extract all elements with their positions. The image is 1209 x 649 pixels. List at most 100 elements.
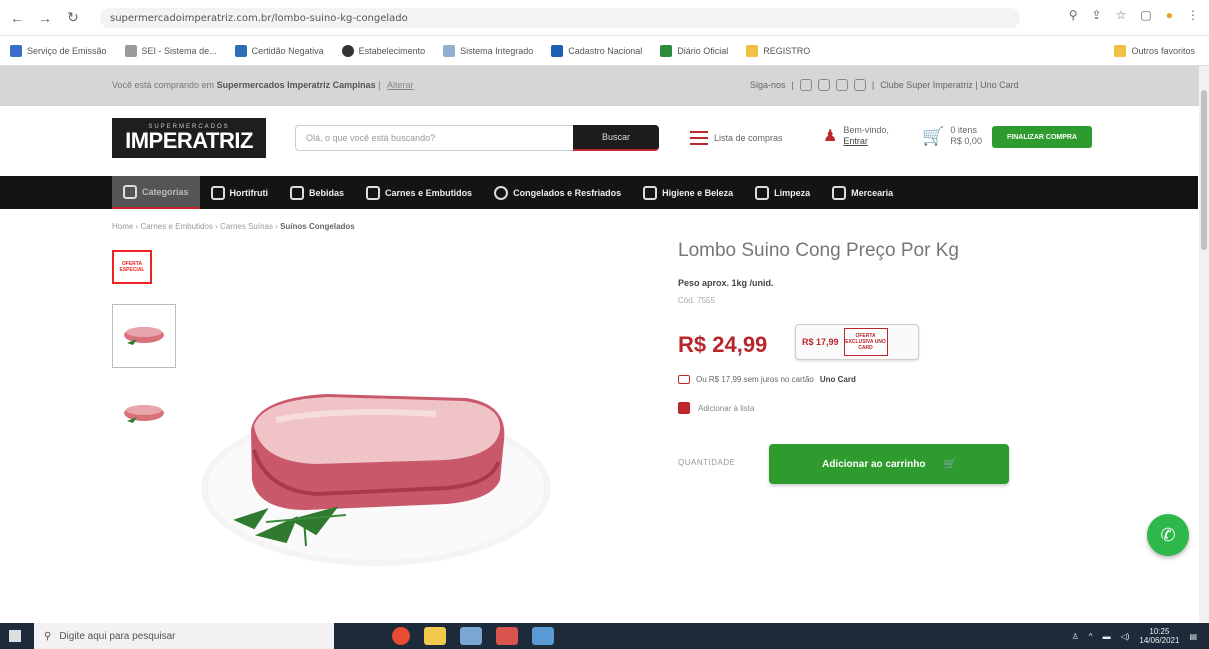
user-tray-icon[interactable]: ♙ xyxy=(1072,632,1079,641)
breadcrumb-item[interactable]: Carnes Suínas xyxy=(220,222,273,231)
bookmarks-bar: Serviço de Emissão SEI - Sistema de... C… xyxy=(0,36,1209,66)
card-installment-note: Ou R$ 17,99 sem juros no cartão Uno Card xyxy=(678,375,856,384)
instagram-icon[interactable] xyxy=(817,79,830,91)
product-title: Lombo Suino Cong Preço Por Kg xyxy=(678,240,959,261)
nav-hortifruti[interactable]: Hortifruti xyxy=(200,176,280,209)
windows-icon xyxy=(9,630,21,642)
bookmark[interactable]: SEI - Sistema de... xyxy=(124,44,217,57)
nav-mercearia[interactable]: Mercearia xyxy=(821,176,904,209)
app-icon[interactable] xyxy=(496,627,518,645)
windows-taskbar: ⚲ Digite aqui para pesquisar ♙ ^ ▬ ◁) 10… xyxy=(0,623,1209,649)
whatsapp-chat-button[interactable]: ✆ xyxy=(1147,514,1189,556)
start-button[interactable] xyxy=(0,623,30,649)
quantity-label: QUANTIDADE xyxy=(678,458,736,467)
file-explorer-icon[interactable] xyxy=(424,627,446,645)
breadcrumb-item[interactable]: Carnes e Embutidos xyxy=(140,222,212,231)
nav-carnes[interactable]: Carnes e Embutidos xyxy=(355,176,483,209)
add-to-list-link[interactable]: Adicionar à lista xyxy=(678,402,754,414)
bookmark[interactable]: Estabelecimento xyxy=(341,44,425,57)
bookmark-icon xyxy=(551,44,564,57)
offer-badge: OFERTA ESPECIAL xyxy=(112,250,152,284)
tab-icon[interactable]: ▢ xyxy=(1140,8,1151,22)
nav-bebidas[interactable]: Bebidas xyxy=(279,176,355,209)
taskbar-search[interactable]: ⚲ Digite aqui para pesquisar xyxy=(34,623,334,649)
club-links[interactable]: Clube Super Imperatriz | Uno Card xyxy=(880,80,1018,90)
nav-higiene[interactable]: Higiene e Beleza xyxy=(632,176,744,209)
forward-icon[interactable]: → xyxy=(34,7,56,29)
chevron-up-icon[interactable]: ^ xyxy=(1089,632,1093,641)
cart-summary[interactable]: 🛒 0 itens R$ 0,00 xyxy=(922,125,982,147)
youtube-icon[interactable] xyxy=(853,79,866,91)
store-notice: Você está comprando em Supermercados Imp… xyxy=(112,80,414,90)
shopping-list-link[interactable]: Lista de compras xyxy=(690,131,783,145)
produce-icon xyxy=(210,185,225,200)
snowflake-icon xyxy=(494,185,509,200)
search-icon: ⚲ xyxy=(44,630,52,642)
address-bar[interactable]: supermercadoimperatriz.com.br/lombo-suin… xyxy=(100,8,1020,28)
bookmark-icon xyxy=(234,44,247,57)
bookmark[interactable]: Outros favoritos xyxy=(1114,44,1195,57)
star-icon[interactable]: ☆ xyxy=(1116,8,1127,22)
nav-limpeza[interactable]: Limpeza xyxy=(744,176,821,209)
checkout-button[interactable]: FINALIZAR COMPRA xyxy=(992,126,1092,148)
credit-card-icon xyxy=(678,375,690,384)
bookmark[interactable]: Cadastro Nacional xyxy=(551,44,642,57)
bookmark-icon xyxy=(660,44,673,57)
share-icon[interactable]: ⇪ xyxy=(1092,8,1102,22)
search-button[interactable]: Buscar xyxy=(573,125,659,151)
breadcrumb-current: Suínos Congelados xyxy=(280,222,355,231)
thumbnail-2[interactable] xyxy=(112,382,176,446)
chrome-icon[interactable] xyxy=(392,627,410,645)
product-price: R$ 24,99 xyxy=(678,332,768,357)
bookmark-icon xyxy=(10,44,22,57)
menu-icon[interactable]: ⋮ xyxy=(1187,8,1199,22)
bookmark-icon xyxy=(124,44,137,57)
account-link[interactable]: ♟ Bem-vindo, Entrar xyxy=(823,125,889,147)
thumbnail-1[interactable] xyxy=(112,304,176,368)
back-icon[interactable]: ← xyxy=(6,7,28,29)
facebook-icon[interactable] xyxy=(835,79,848,91)
change-store-link[interactable]: Alterar xyxy=(387,80,414,90)
whatsapp-icon: ✆ xyxy=(1160,524,1176,545)
cart-icon: 🛒 xyxy=(922,125,945,146)
bookmark-icon xyxy=(443,44,456,57)
reload-icon[interactable]: ↻ xyxy=(62,7,84,29)
taskbar-apps xyxy=(392,627,554,645)
store-notice-bar: Você está comprando em Supermercados Imp… xyxy=(0,66,1200,106)
bookmark[interactable]: Diário Oficial xyxy=(660,44,728,57)
bookmark[interactable]: Sistema Integrado xyxy=(443,44,533,57)
list-add-icon xyxy=(678,402,690,414)
app-icon[interactable] xyxy=(460,627,482,645)
grocery-icon xyxy=(832,185,847,200)
product-weight: Peso aprox. 1kg /unid. xyxy=(678,278,774,288)
zoom-icon[interactable]: ⚲ xyxy=(1069,8,1078,22)
document-icon[interactable] xyxy=(532,627,554,645)
cart-icon: 🛒 xyxy=(943,458,956,470)
whatsapp-small-icon[interactable] xyxy=(799,79,812,91)
nav-congelados[interactable]: Congelados e Resfriados xyxy=(483,176,632,209)
bookmark[interactable]: Certidão Negativa xyxy=(234,44,324,57)
scrollbar-thumb[interactable] xyxy=(1201,90,1207,250)
search-input[interactable]: Olá, o que você está buscando? xyxy=(295,125,575,151)
hygiene-icon xyxy=(643,185,658,200)
bookmark[interactable]: REGISTRO xyxy=(746,44,810,57)
cleaning-icon xyxy=(755,185,770,200)
card-price: R$ 17,99 xyxy=(802,337,839,347)
login-link[interactable]: Entrar xyxy=(843,136,889,147)
meat-icon xyxy=(366,185,381,200)
add-to-cart-button[interactable]: Adicionar ao carrinho 🛒 xyxy=(769,444,1009,484)
store-logo[interactable]: SUPERMERCADOS IMPERATRIZ xyxy=(112,118,266,158)
volume-icon[interactable]: ◁) xyxy=(1121,632,1130,641)
pork-loin-thumb xyxy=(124,405,164,423)
pork-loin-thumb xyxy=(124,327,164,345)
notification-icon[interactable]: ▤ xyxy=(1189,632,1197,641)
system-tray: ♙ ^ ▬ ◁) 10:25 14/06/2021 ▤ xyxy=(1072,627,1197,645)
network-icon[interactable]: ▬ xyxy=(1103,632,1111,641)
breadcrumb-home[interactable]: Home xyxy=(112,222,133,231)
bookmark-icon xyxy=(341,44,354,57)
clock[interactable]: 10:25 14/06/2021 xyxy=(1139,627,1179,645)
profile-icon[interactable]: ● xyxy=(1166,8,1173,22)
breadcrumb: Home › Carnes e Embutidos › Carnes Suína… xyxy=(112,222,355,231)
bookmark[interactable]: Serviço de Emissão xyxy=(10,44,107,57)
nav-categories[interactable]: Categorias xyxy=(112,176,200,209)
